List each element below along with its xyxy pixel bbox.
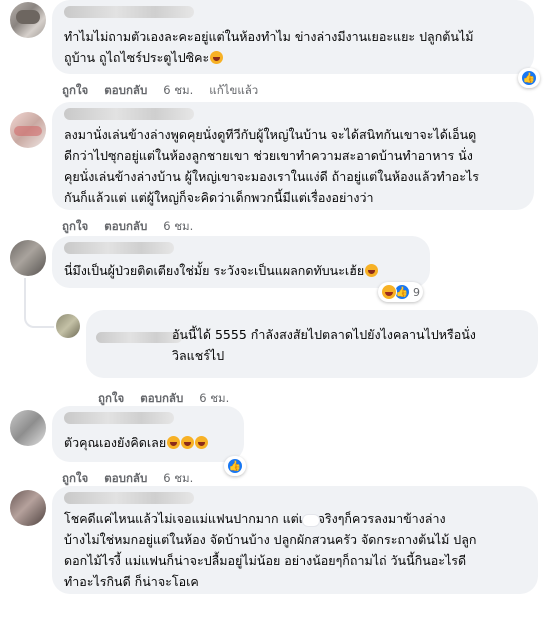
comment-text: ตัวคุณเองยังคิดเลย [64, 432, 244, 453]
comment-text: ลงมานั่งเล่นข้างล่างพูดคุยนั่งดูทีวีกับผ… [64, 127, 479, 205]
reply-link[interactable]: ตอบกลับ [140, 391, 183, 405]
reaction-count: 9 [413, 285, 420, 299]
laughing-emoji-icon [167, 436, 181, 449]
comment-text: โชคดีแค่ไหนแล้วไม่เจอแม่แฟนปากมาก แต่เอา… [64, 511, 477, 589]
reaction-summary[interactable]: 👍 [224, 456, 246, 476]
timestamp[interactable]: 6 ชม. [199, 391, 229, 405]
reaction-summary[interactable]: 👍 9 [378, 282, 423, 302]
commenter-name[interactable] [64, 412, 174, 424]
comment-bubble: ลงมานั่งเล่นข้างล่างพูดคุยนั่งดูทีวีกับผ… [52, 102, 534, 210]
comment-bubble: นี่มึงเป็นผู้ป่วยติดเตียงใช่มั้ย ระวังจะ… [52, 236, 430, 288]
commenter-name[interactable] [96, 332, 182, 343]
avatar[interactable] [10, 240, 46, 276]
like-link[interactable]: ถูกใจ [62, 219, 88, 233]
like-icon: 👍 [227, 458, 243, 474]
comment-bubble: โชคดีแค่ไหนแล้วไม่เจอแม่แฟนปากมาก แต่เอา… [52, 486, 538, 594]
laughing-emoji-icon [365, 264, 379, 277]
comment-actions: ถูกใจ ตอบกลับ 6 ชม. [62, 218, 209, 236]
haha-icon [381, 284, 397, 300]
like-link[interactable]: ถูกใจ [62, 471, 88, 485]
timestamp[interactable]: 6 ชม. [163, 219, 193, 233]
commenter-name[interactable] [64, 492, 194, 504]
like-link[interactable]: ถูกใจ [62, 83, 88, 97]
like-link[interactable]: ถูกใจ [98, 391, 124, 405]
laughing-emoji-icon [210, 51, 224, 64]
comment-text: อันนี้ได้ 5555 กำลังสงสัยไปตลาดไปยังไงคล… [172, 327, 476, 363]
reply-link[interactable]: ตอบกลับ [104, 219, 147, 233]
comment-text: นี่มึงเป็นผู้ป่วยติดเตียงใช่มั้ย ระวังจะ… [64, 260, 430, 281]
reply-link[interactable]: ตอบกลับ [104, 83, 147, 97]
avatar[interactable] [10, 112, 46, 148]
avatar[interactable] [10, 410, 46, 446]
avatar[interactable] [56, 314, 80, 338]
commenter-name[interactable] [64, 6, 194, 18]
reply-link[interactable]: ตอบกลับ [104, 471, 147, 485]
comment-bubble: ทำไมไม่ถามตัวเองละคะอยู่แต่ในห้องทำไม ข่… [52, 0, 534, 74]
thread-connector [24, 278, 54, 328]
like-icon: 👍 [521, 70, 537, 86]
reaction-summary[interactable]: 👍 [518, 68, 540, 88]
edited-label: แก้ไขแล้ว [209, 83, 259, 97]
timestamp[interactable]: 6 ชม. [163, 83, 193, 97]
commenter-name[interactable] [64, 108, 194, 120]
white-heart-icon [302, 514, 320, 527]
comment-bubble: อันนี้ได้ 5555 กำลังสงสัยไปตลาดไปยังไงคล… [86, 310, 538, 378]
timestamp[interactable]: 6 ชม. [163, 471, 193, 485]
laughing-emoji-icon [195, 436, 209, 449]
laughing-emoji-icon [181, 436, 195, 449]
avatar[interactable] [10, 2, 46, 38]
comment-actions: ถูกใจ ตอบกลับ 6 ชม. แก้ไขแล้ว [62, 82, 274, 100]
avatar[interactable] [10, 490, 46, 526]
commenter-name[interactable] [64, 242, 174, 254]
comment-text: ทำไมไม่ถามตัวเองละคะอยู่แต่ในห้องทำไม ข่… [64, 29, 474, 65]
comment-bubble: ตัวคุณเองยังคิดเลย [52, 406, 244, 462]
